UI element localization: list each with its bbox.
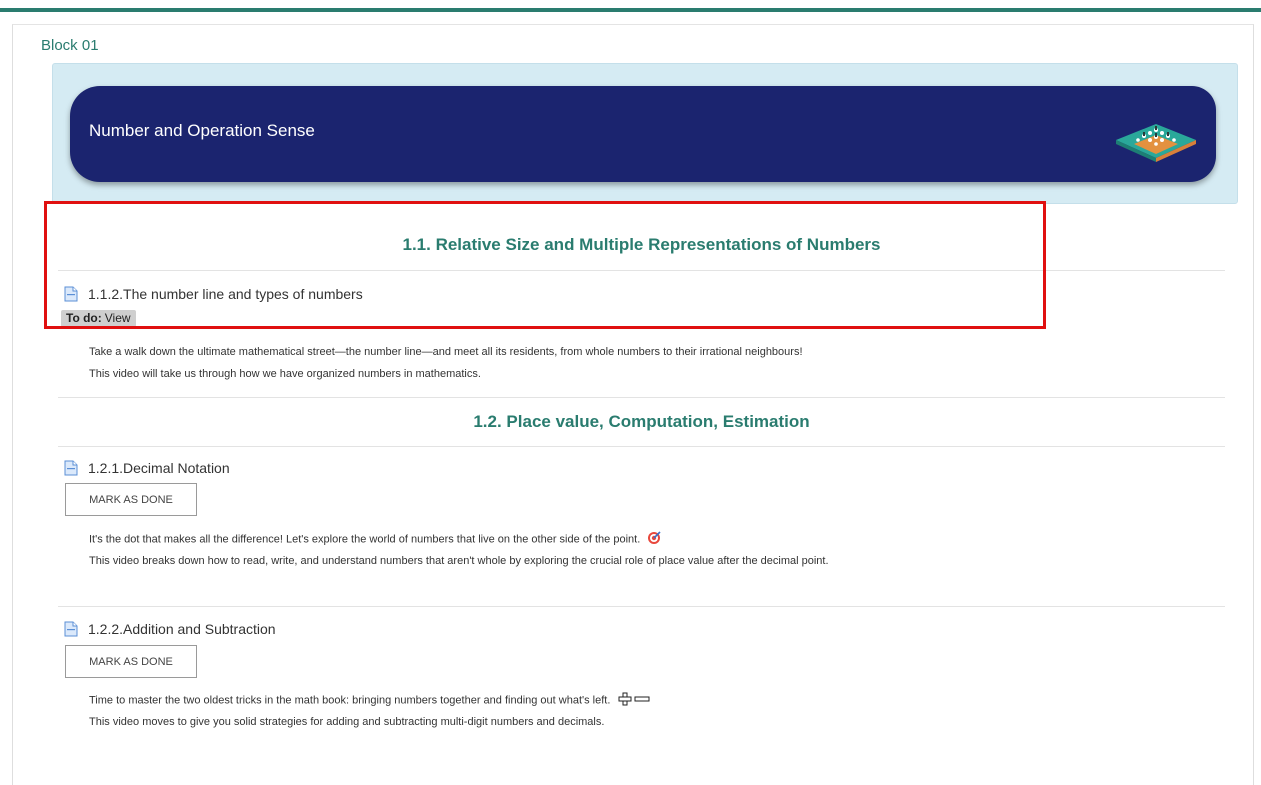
activity-description-line: Time to master the two oldest tricks in … xyxy=(89,692,651,709)
todo-label: To do: xyxy=(66,311,102,325)
page-icon xyxy=(63,621,79,637)
todo-badge: To do: View xyxy=(61,310,136,327)
activity-divider xyxy=(58,606,1225,607)
block-title: Block 01 xyxy=(41,37,99,54)
mark-as-done-button[interactable]: MARK AS DONE xyxy=(65,483,197,516)
activity-description-line: This video breaks down how to read, writ… xyxy=(89,555,829,567)
activity-description-line: It's the dot that makes all the differen… xyxy=(89,531,661,548)
target-icon xyxy=(647,531,661,548)
section-divider xyxy=(58,446,1225,447)
activity-number-line[interactable]: 1.1.2.The number line and types of numbe… xyxy=(63,285,363,303)
activity-description-line: This video moves to give you solid strat… xyxy=(89,716,605,728)
page-icon xyxy=(63,286,79,302)
section-divider xyxy=(58,397,1225,398)
section-title-1-2: 1.2. Place value, Computation, Estimatio… xyxy=(473,412,810,431)
activity-description-line: Take a walk down the ultimate mathematic… xyxy=(89,346,803,358)
plus-minus-icon xyxy=(617,692,651,709)
top-accent-bar xyxy=(0,8,1261,12)
activity-link[interactable]: 1.1.2.The number line and types of numbe… xyxy=(88,286,363,302)
activity-link[interactable]: 1.2.1.Decimal Notation xyxy=(88,460,230,476)
block-banner: Number and Operation Sense xyxy=(70,86,1216,182)
banner-title: Number and Operation Sense xyxy=(89,121,315,140)
activity-addition-subtraction[interactable]: 1.2.2.Addition and Subtraction xyxy=(63,620,276,638)
activity-decimal-notation[interactable]: 1.2.1.Decimal Notation xyxy=(63,459,230,477)
section-title-1-1: 1.1. Relative Size and Multiple Represen… xyxy=(402,235,881,254)
section-divider xyxy=(58,270,1225,271)
description-text: Time to master the two oldest tricks in … xyxy=(89,694,611,707)
mark-as-done-button[interactable]: MARK AS DONE xyxy=(65,645,197,678)
activity-description-line: This video will take us through how we h… xyxy=(89,368,481,380)
description-text: It's the dot that makes all the differen… xyxy=(89,533,641,546)
todo-value: View xyxy=(104,311,131,325)
isometric-blocks-icon xyxy=(1114,118,1198,167)
activity-link[interactable]: 1.2.2.Addition and Subtraction xyxy=(88,621,276,637)
page-icon xyxy=(63,460,79,476)
